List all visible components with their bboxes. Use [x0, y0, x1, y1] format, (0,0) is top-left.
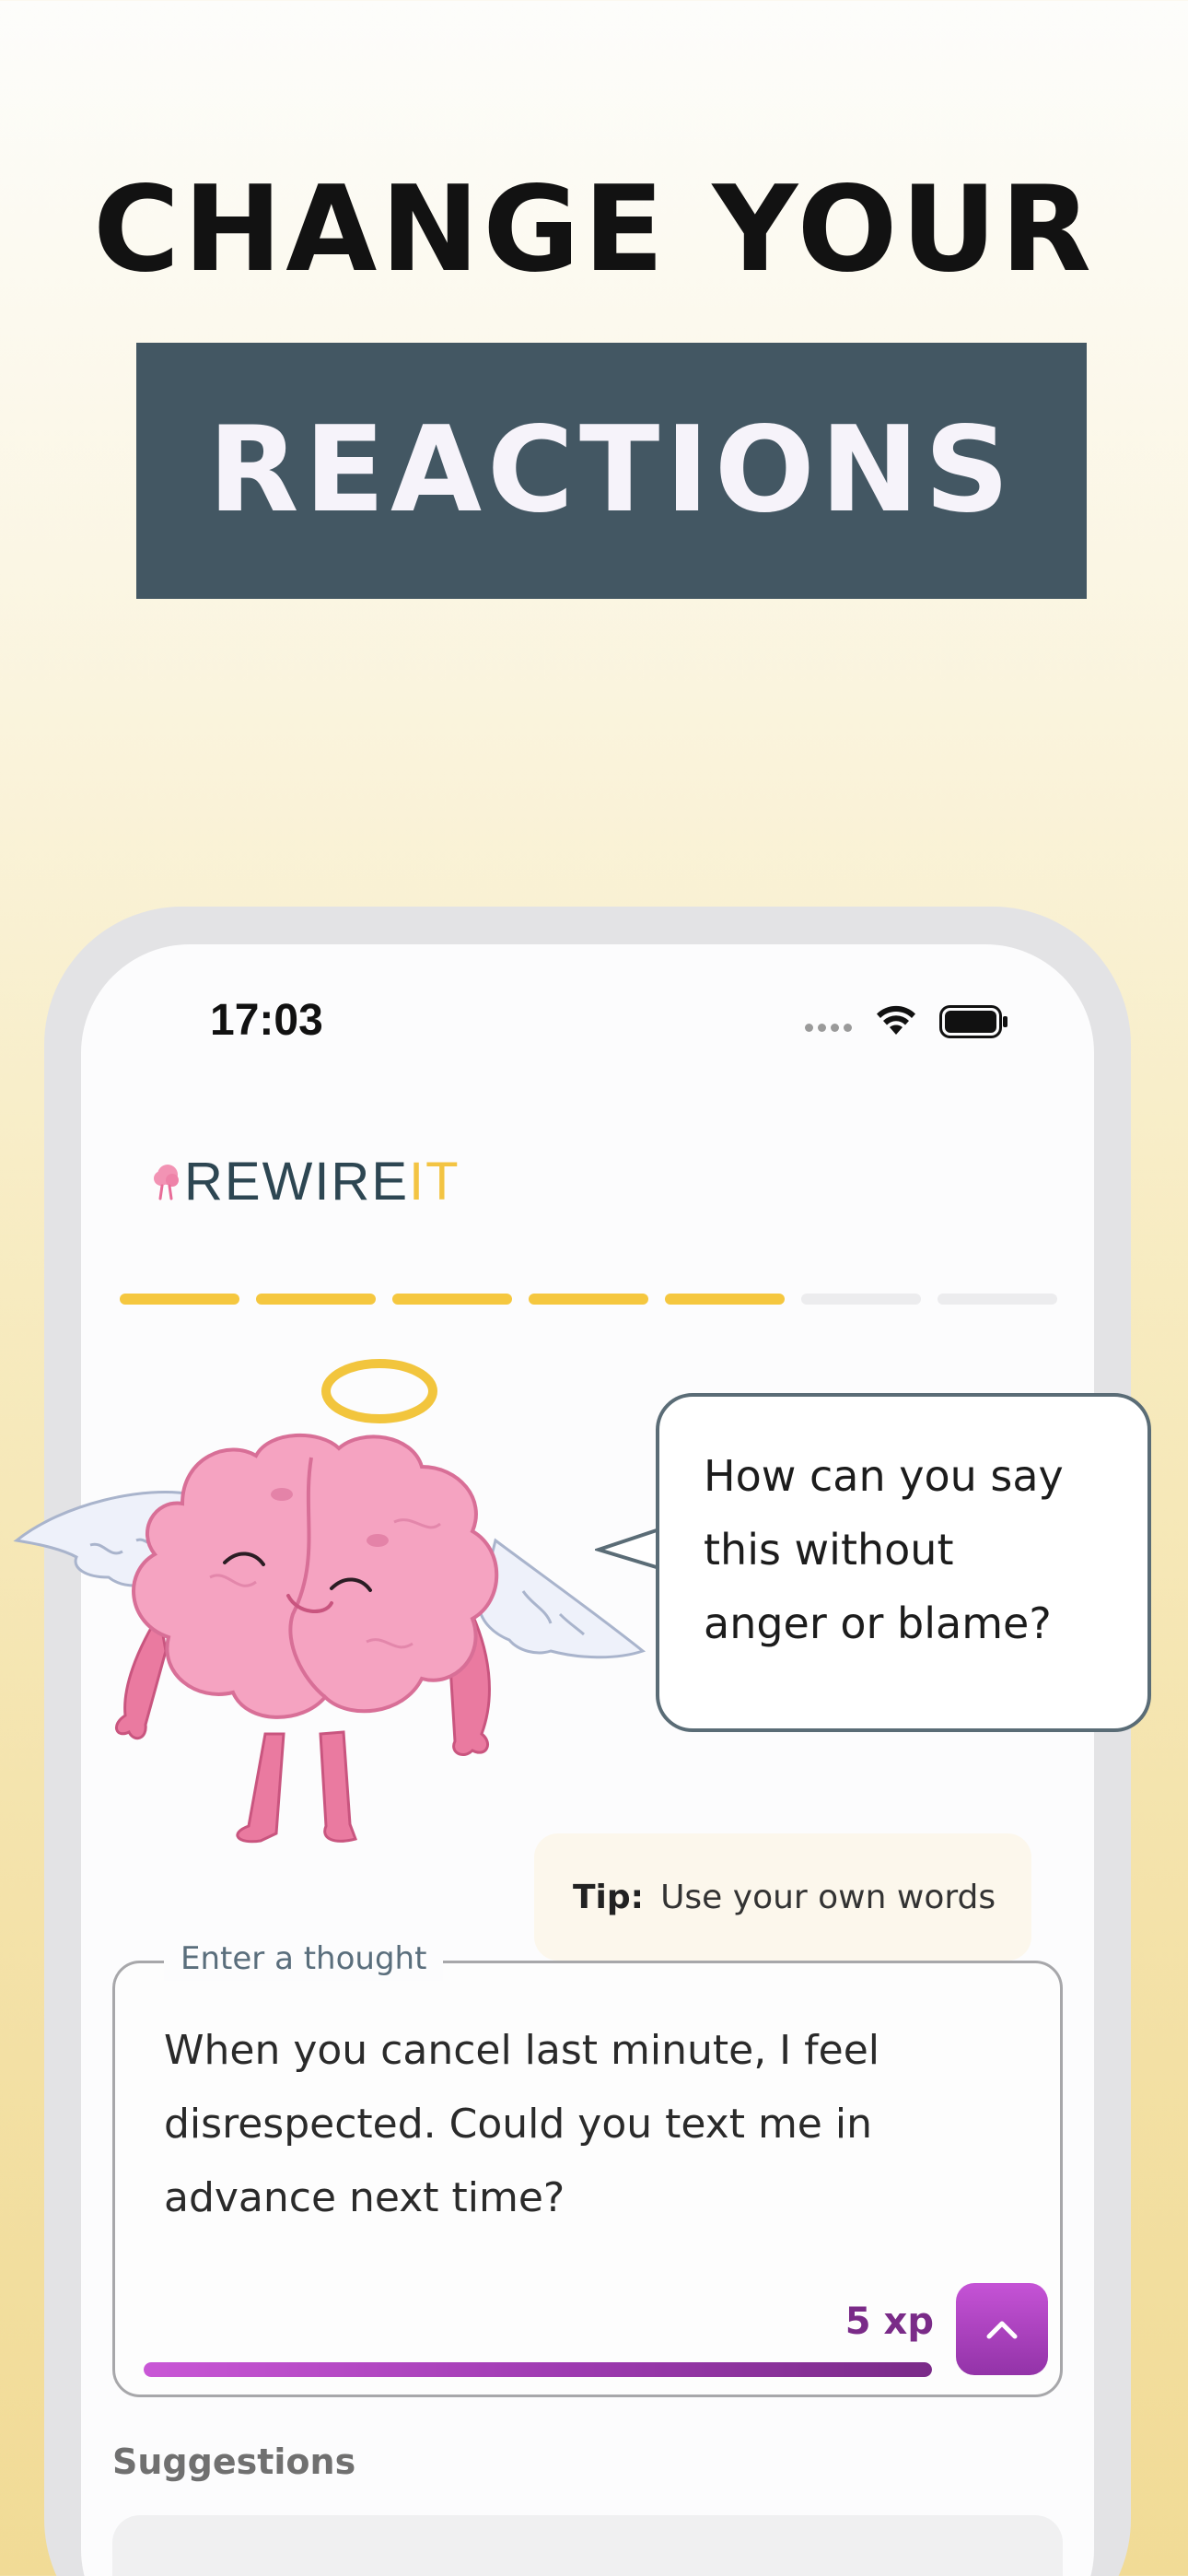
- headline-title: CHANGE YOUR: [93, 161, 1095, 299]
- logo-text: REWIREIT: [184, 1150, 460, 1214]
- suggestion-card[interactable]: [112, 2515, 1063, 2576]
- signal-icon: [805, 1024, 852, 1032]
- xp-progress-fill: [144, 2362, 932, 2377]
- tip-label: Tip:: [573, 1878, 645, 1916]
- progress-segment-complete: [665, 1294, 785, 1305]
- prompt-line-3: anger or blame?: [704, 1598, 1052, 1648]
- status-icons: [805, 998, 1013, 1044]
- thought-input-text[interactable]: When you cancel last minute, I feel disr…: [164, 2014, 993, 2235]
- headline-banner-text: REACTIONS: [207, 402, 1016, 539]
- status-time: 17:03: [210, 996, 323, 1045]
- progress-segment-incomplete: [801, 1294, 921, 1305]
- progress-segment-complete: [256, 1294, 376, 1305]
- battery-icon: [939, 1005, 1007, 1038]
- xp-progress-bar: [144, 2362, 932, 2377]
- suggestions-heading: Suggestions: [112, 2441, 356, 2482]
- progress-segment-incomplete: [938, 1294, 1057, 1305]
- prompt-line-2: this without: [704, 1525, 954, 1575]
- wifi-icon: [877, 1005, 915, 1035]
- angel-brain-mascot: [13, 1359, 646, 1844]
- thought-input-label: Enter a thought: [164, 1937, 444, 1981]
- app-logo: REWIREIT: [149, 1150, 460, 1214]
- xp-label: 5 xp: [844, 2301, 934, 2343]
- submit-thought-button[interactable]: [956, 2283, 1048, 2375]
- tip-box: Tip: Use your own words: [534, 1833, 1031, 1961]
- speech-bubble-tail: [595, 1528, 661, 1570]
- tip-text: Use your own words: [660, 1878, 996, 1916]
- progress-segment-complete: [529, 1294, 648, 1305]
- prompt-line-1: How can you say: [704, 1451, 1064, 1501]
- logo-text-suffix: IT: [409, 1152, 460, 1212]
- chevron-up-icon: [986, 2321, 1018, 2339]
- brain-logo-icon: [154, 1165, 179, 1200]
- progress-segment-complete: [392, 1294, 512, 1305]
- prompt-speech-bubble: How can you say this without anger or bl…: [656, 1393, 1151, 1732]
- lesson-progress: [120, 1294, 1057, 1306]
- progress-segment-complete: [120, 1294, 239, 1305]
- logo-text-prefix: REWIRE: [184, 1152, 409, 1212]
- headline-banner: REACTIONS: [136, 343, 1087, 599]
